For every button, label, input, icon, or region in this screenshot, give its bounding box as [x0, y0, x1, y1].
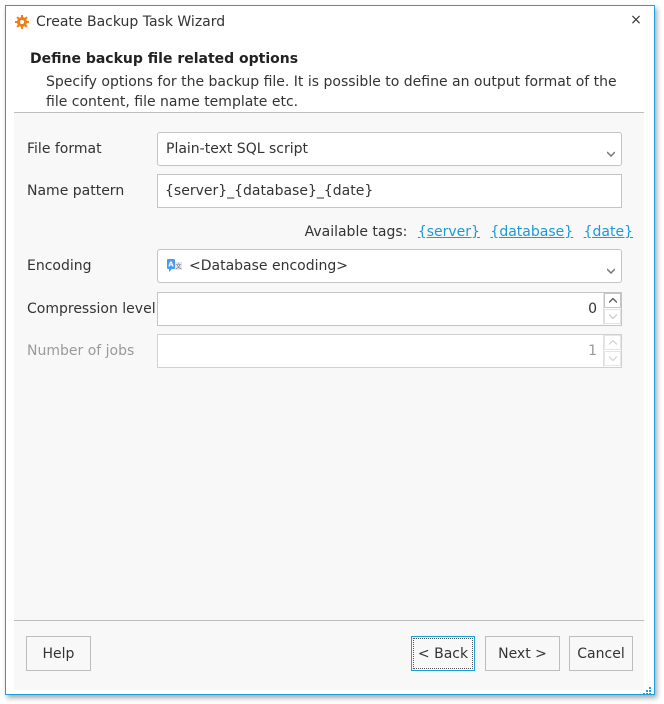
next-button[interactable]: Next >: [485, 636, 560, 671]
wizard-header: Define backup file related options Speci…: [6, 46, 654, 113]
svg-text:A: A: [168, 261, 174, 269]
file-format-value: Plain-text SQL script: [166, 141, 308, 157]
cancel-button-label: Cancel: [577, 645, 625, 662]
compression-level-spinner[interactable]: 0: [157, 292, 622, 326]
cancel-button[interactable]: Cancel: [569, 636, 633, 671]
name-pattern-label: Name pattern: [27, 183, 125, 199]
compression-level-value: 0: [588, 301, 597, 317]
help-button-label: Help: [42, 645, 75, 662]
name-pattern-input[interactable]: [157, 174, 622, 208]
file-format-label: File format: [27, 141, 102, 157]
back-button[interactable]: < Back: [411, 636, 475, 671]
spin-down-button[interactable]: [604, 309, 621, 324]
back-button-label: < Back: [413, 638, 473, 669]
encoding-dropdown[interactable]: 文 A <Database encoding>: [157, 249, 622, 283]
help-button[interactable]: Help: [26, 636, 91, 671]
chevron-down-icon: [606, 145, 616, 158]
available-tags-label: Available tags:: [304, 224, 408, 240]
chevron-down-icon: [608, 314, 617, 319]
wizard-window: Create Backup Task Wizard × Define backu…: [5, 5, 655, 695]
available-tags: Available tags: {server} {database} {dat…: [305, 224, 633, 240]
number-of-jobs-value: 1: [588, 343, 597, 359]
chevron-up-icon: [608, 340, 617, 345]
gear-icon: [15, 15, 29, 29]
file-format-dropdown[interactable]: Plain-text SQL script: [157, 132, 622, 166]
chevron-down-icon: [606, 262, 616, 275]
number-of-jobs-label: Number of jobs: [27, 343, 135, 359]
page-title: Define backup file related options: [30, 51, 299, 67]
window-title: Create Backup Task Wizard: [36, 14, 226, 30]
page-description: Specify options for the backup file. It …: [46, 74, 617, 110]
encoding-label: Encoding: [27, 258, 92, 274]
tag-link-server[interactable]: {server}: [418, 224, 480, 240]
svg-text:文: 文: [175, 263, 181, 271]
chevron-up-icon: [608, 298, 617, 303]
resize-grip-icon[interactable]: [643, 683, 651, 695]
chevron-down-icon: [608, 356, 617, 361]
number-of-jobs-spinner: 1: [157, 334, 622, 368]
tag-link-date[interactable]: {date}: [584, 224, 633, 240]
compression-level-spin-buttons: [603, 293, 621, 325]
next-button-label: Next >: [498, 645, 547, 662]
encoding-value: <Database encoding>: [189, 258, 348, 274]
title-bar: Create Backup Task Wizard ×: [6, 6, 654, 40]
close-button[interactable]: ×: [628, 12, 644, 28]
spin-up-button[interactable]: [604, 293, 621, 308]
tag-link-database[interactable]: {database}: [490, 224, 573, 240]
number-of-jobs-spin-buttons: [603, 335, 621, 367]
compression-level-label: Compression level: [27, 301, 156, 317]
language-icon: 文 A: [166, 258, 182, 274]
spin-up-button: [604, 335, 621, 350]
spin-down-button: [604, 351, 621, 366]
